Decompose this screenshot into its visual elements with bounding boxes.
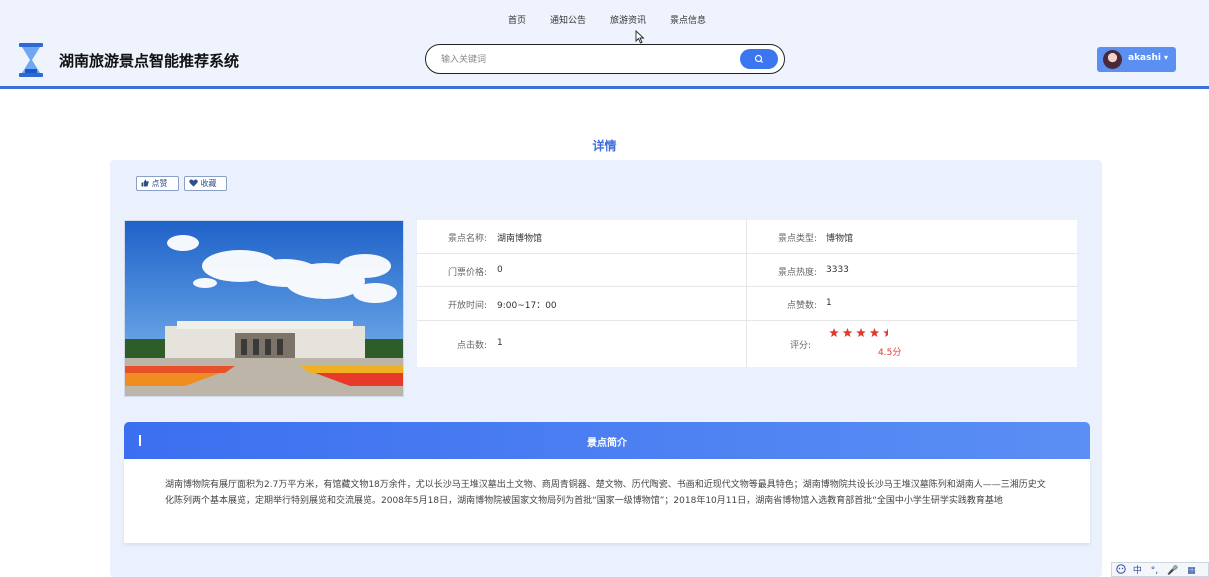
thumbs-up-icon — [141, 179, 149, 187]
search-icon — [754, 54, 763, 63]
chevron-down-icon: ▾ — [1164, 53, 1169, 62]
search-input[interactable] — [439, 50, 733, 70]
user-menu-button[interactable]: akashi ▾ — [1097, 47, 1176, 72]
mouse-cursor-icon — [635, 30, 645, 44]
nav-travel-news[interactable]: 旅游资讯 — [610, 13, 646, 26]
intro-title: 景点简介 — [587, 438, 627, 449]
name-value: 湖南博物馆 — [497, 234, 543, 244]
ime-mic-icon[interactable]: 🎤 — [1167, 566, 1178, 576]
avatar — [1103, 50, 1122, 69]
top-bar: 首页 通知公告 旅游资讯 景点信息 湖南旅游景点智能推荐系统 akashi ▾ — [0, 0, 1209, 89]
likes-label: 点赞数: — [786, 301, 817, 311]
intro-text: 湖南博物院有展厅面积为2.7万平方米，有馆藏文物18万余件，尤以长沙马王堆汉墓出… — [124, 459, 1090, 543]
page-title: 详情 — [592, 139, 617, 153]
search-box — [425, 44, 785, 74]
intro-header: 景点简介 — [124, 422, 1090, 459]
heart-icon — [189, 179, 198, 187]
rating-label: 评分: — [789, 341, 811, 351]
ime-punctuation-toggle[interactable]: °, — [1151, 566, 1158, 576]
row-divider — [417, 286, 1077, 287]
like-button[interactable]: 点赞 — [136, 176, 179, 191]
attraction-photo — [124, 220, 404, 397]
rating-score: 4.5分 — [878, 348, 902, 358]
star-full-icon — [842, 328, 853, 338]
museum-photo-image — [125, 221, 403, 396]
like-label: 点赞 — [151, 179, 168, 188]
rating-stars — [829, 328, 888, 338]
heat-label: 景点热度: — [777, 268, 817, 278]
user-name: akashi — [1128, 53, 1161, 63]
ime-logo-icon — [1116, 564, 1126, 574]
ime-grid-icon[interactable]: ▦ — [1187, 566, 1196, 576]
type-label: 景点类型: — [777, 234, 817, 244]
clicks-label: 点击数: — [456, 341, 487, 351]
nav-attractions[interactable]: 景点信息 — [670, 13, 706, 26]
attraction-info-table: 景点名称: 湖南博物馆 景点类型: 博物馆 门票价格: 0 景点热度: 3333… — [417, 220, 1077, 367]
search-button[interactable] — [740, 49, 778, 69]
name-label: 景点名称: — [447, 234, 487, 244]
ime-chinese-toggle[interactable]: 中 — [1133, 566, 1142, 576]
heat-value: 3333 — [826, 265, 849, 275]
main-nav: 首页 通知公告 旅游资讯 景点信息 — [0, 13, 1209, 27]
star-full-icon — [869, 328, 880, 338]
star-half-icon — [883, 328, 888, 338]
row-divider — [417, 320, 1077, 321]
price-value: 0 — [497, 265, 503, 275]
likes-value: 1 — [826, 298, 832, 308]
hourglass-logo-icon — [19, 43, 43, 77]
clicks-value: 1 — [497, 338, 503, 348]
favorite-button[interactable]: 收藏 — [184, 176, 227, 191]
nav-home[interactable]: 首页 — [508, 13, 526, 26]
column-divider — [746, 220, 747, 367]
hours-value: 9:00~17：00 — [497, 301, 557, 311]
ime-toolbar: 中 °, 🎤 ▦ — [1111, 562, 1209, 577]
row-divider — [417, 253, 1077, 254]
type-value: 博物馆 — [826, 234, 854, 244]
nav-notices[interactable]: 通知公告 — [550, 13, 586, 26]
star-full-icon — [829, 328, 839, 338]
star-full-icon — [856, 328, 866, 338]
favorite-label: 收藏 — [200, 179, 217, 188]
site-title: 湖南旅游景点智能推荐系统 — [59, 52, 240, 70]
price-label: 门票价格: — [447, 268, 487, 278]
hours-label: 开放时间: — [447, 301, 487, 311]
